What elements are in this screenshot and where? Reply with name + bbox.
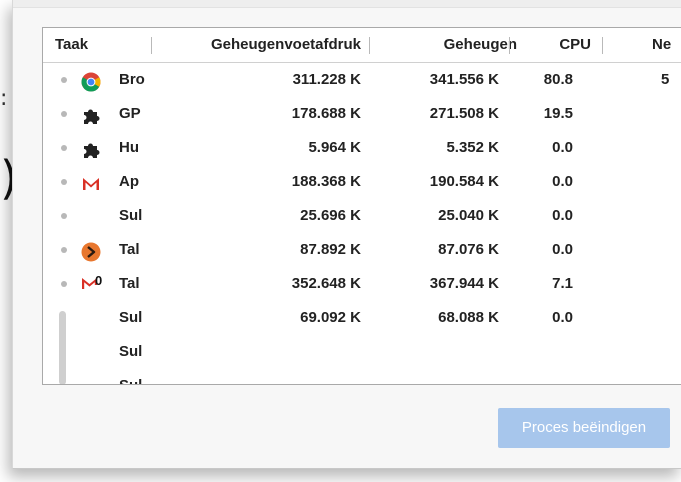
network-value: 5: [661, 71, 670, 88]
column-divider[interactable]: [151, 37, 152, 54]
memory-footprint-value: 178.688 K: [291, 105, 361, 122]
background-text-dots: :: [0, 86, 9, 111]
memory-footprint-value: 352.648 K: [291, 275, 361, 292]
cpu-value: 19.5: [543, 105, 573, 122]
column-header-task[interactable]: Taak: [55, 28, 135, 62]
process-title: Ap: [119, 173, 139, 190]
column-header-network[interactable]: Ne: [652, 28, 681, 62]
column-header-memory[interactable]: Geheugen: [387, 28, 517, 62]
cpu-value: 0.0: [552, 241, 573, 258]
row-bullet: [61, 247, 67, 253]
memory-value: 190.584 K: [429, 173, 499, 190]
row-bullet: [61, 77, 67, 83]
process-title: Bro: [119, 71, 145, 88]
table-row[interactable]: GP 178.688 K 271.508 K 19.5: [43, 97, 681, 131]
memory-value: 68.088 K: [438, 309, 499, 326]
process-title: Sul: [119, 343, 143, 360]
table-header: Taak Geheugenvoetafdruk Geheugen CPU Ne: [43, 28, 681, 63]
table-row[interactable]: Sul: [43, 335, 681, 369]
process-title: Tal: [119, 241, 140, 258]
end-process-button[interactable]: Proces beëindigen: [498, 408, 670, 448]
cpu-value: 0.0: [552, 207, 573, 224]
row-bullet: [61, 281, 67, 287]
column-divider[interactable]: [509, 37, 510, 54]
cpu-value: 0.0: [552, 139, 573, 156]
task-manager-dialog: Taak Geheugenvoetafdruk Geheugen CPU Ne: [12, 0, 681, 469]
memory-footprint-value: 25.696 K: [300, 207, 361, 224]
table-row[interactable]: Sul 69.092 K 68.088 K 0.0: [43, 301, 681, 335]
cpu-value: 7.1: [552, 275, 573, 292]
process-title: Sul: [119, 207, 143, 224]
table-row[interactable]: Bro 311.228 K 341.556 K 80.8 5: [43, 63, 681, 97]
memory-footprint-value: 69.092 K: [300, 309, 361, 326]
badge-count: 0: [95, 273, 103, 288]
cpu-value: 80.8: [543, 71, 573, 88]
gmail-icon: [81, 173, 101, 193]
row-bullet: [61, 111, 67, 117]
memory-value: 87.076 K: [438, 241, 499, 258]
cpu-value: 0.0: [552, 173, 573, 190]
table-row[interactable]: Sul 25.696 K 25.040 K 0.0: [43, 199, 681, 233]
column-divider[interactable]: [602, 37, 603, 54]
memory-footprint-value: 311.228 K: [292, 71, 361, 88]
memory-footprint-value: 87.892 K: [300, 241, 361, 258]
puzzle-extension-icon: [81, 139, 101, 159]
process-title: GP: [119, 105, 141, 122]
table-row[interactable]: Hu 5.964 K 5.352 K 0.0: [43, 131, 681, 165]
memory-footprint-value: 188.368 K: [291, 173, 361, 190]
memory-footprint-value: 5.964 K: [308, 139, 361, 156]
row-bullet: [61, 179, 67, 185]
table-row[interactable]: Sul: [43, 369, 681, 384]
table-row[interactable]: Ap 188.368 K 190.584 K 0.0: [43, 165, 681, 199]
row-bullet: [61, 213, 67, 219]
process-title: Hu: [119, 139, 139, 156]
process-table: Taak Geheugenvoetafdruk Geheugen CPU Ne: [42, 27, 681, 385]
memory-value: 5.352 K: [446, 139, 499, 156]
scrollbar-thumb[interactable]: [59, 311, 66, 384]
memory-value: 271.508 K: [429, 105, 499, 122]
column-divider[interactable]: [369, 37, 370, 54]
memory-value: 367.944 K: [429, 275, 499, 292]
dialog-title-bar: [13, 0, 681, 8]
table-row[interactable]: 0 Tal 352.648 K 367.944 K 7.1: [43, 267, 681, 301]
column-header-cpu[interactable]: CPU: [521, 28, 591, 62]
process-title: Sul: [119, 309, 143, 326]
process-title: Tal: [119, 275, 140, 292]
table-row[interactable]: Tal 87.892 K 87.076 K 0.0: [43, 233, 681, 267]
row-bullet: [61, 145, 67, 151]
process-rows: Bro 311.228 K 341.556 K 80.8 5 GP 178.68…: [43, 63, 681, 384]
column-header-memory-footprint[interactable]: Geheugenvoetafdruk: [191, 28, 361, 62]
memory-value: 341.556 K: [429, 71, 499, 88]
puzzle-extension-icon: [81, 105, 101, 125]
cpu-value: 0.0: [552, 309, 573, 326]
process-title: Sul: [119, 369, 145, 384]
orange-sigma-icon: [81, 241, 101, 262]
chrome-icon: [81, 71, 101, 92]
memory-value: 25.040 K: [438, 207, 499, 224]
